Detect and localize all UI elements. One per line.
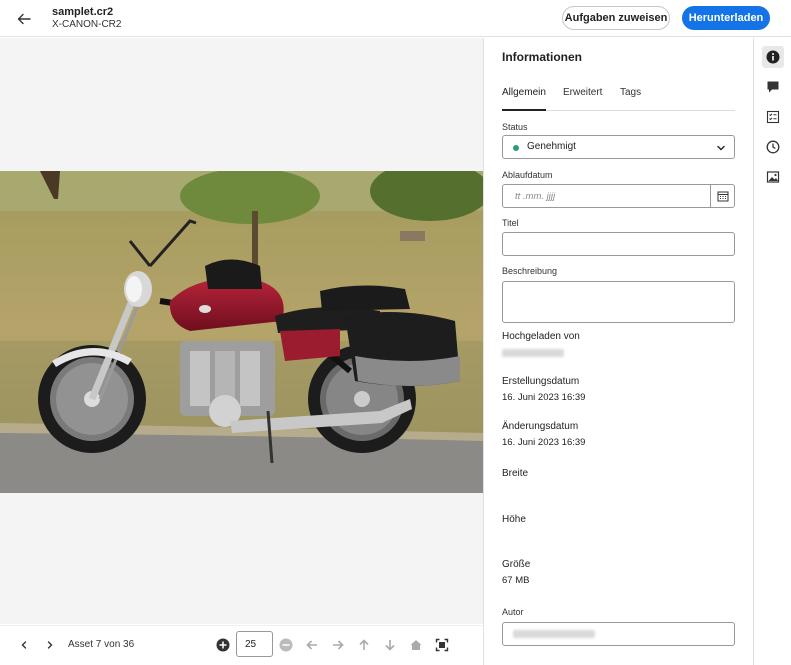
tab-advanced[interactable]: Erweitert (563, 87, 602, 98)
back-button[interactable] (14, 9, 34, 29)
calendar-button[interactable] (710, 185, 734, 207)
author-value-redacted (513, 630, 595, 638)
plus-circle-icon (216, 638, 230, 652)
info-icon (766, 50, 780, 64)
arrow-up-icon (359, 639, 369, 650)
download-button[interactable]: Herunterladen (682, 6, 770, 30)
home-icon (410, 640, 422, 650)
panel-title: Informationen (502, 50, 582, 64)
uploaded-by-label: Hochgeladen von (502, 331, 580, 342)
arrow-down-icon (385, 640, 395, 651)
tab-general[interactable]: Allgemein (502, 87, 546, 98)
height-label: Höhe (502, 514, 526, 525)
expiry-date-placeholder: tt .mm. jjjj (515, 191, 556, 202)
pan-up-button[interactable] (356, 637, 372, 653)
file-name: samplet.cr2 (52, 6, 114, 18)
title-input[interactable] (502, 232, 735, 256)
width-label: Breite (502, 468, 529, 479)
description-input[interactable] (502, 281, 735, 323)
author-label: Autor (502, 607, 524, 617)
previous-asset-button[interactable] (16, 637, 32, 653)
asset-counter: Asset 7 von 36 (68, 639, 135, 650)
uploaded-by-value-redacted (502, 349, 564, 357)
history-rail-button[interactable] (762, 136, 784, 158)
next-asset-button[interactable] (42, 637, 58, 653)
side-rail (754, 38, 791, 665)
pan-down-button[interactable] (382, 637, 398, 653)
asset-viewer (0, 38, 483, 624)
arrow-left-icon (306, 640, 317, 650)
chevron-down-icon (717, 145, 725, 151)
checklist-icon (766, 110, 780, 124)
description-label: Beschreibung (502, 266, 558, 276)
minus-circle-icon (279, 638, 293, 652)
renditions-rail-button[interactable] (762, 166, 784, 188)
status-value: Genehmigt (527, 141, 576, 152)
assign-tasks-button[interactable]: Aufgaben zuweisen (562, 6, 670, 30)
file-type: X-CANON-CR2 (52, 19, 122, 30)
expiry-date-input[interactable]: tt .mm. jjjj (502, 184, 735, 208)
top-bar: samplet.cr2 X-CANON-CR2 Aufgaben zuweise… (0, 0, 791, 37)
status-dot-icon (513, 145, 519, 151)
created-date-value: 16. Juni 2023 16:39 (502, 392, 586, 403)
modified-date-label: Änderungsdatum (502, 421, 579, 432)
history-icon (766, 140, 780, 154)
info-tabs: Allgemein Erweitert Tags (502, 80, 735, 111)
created-date-label: Erstellungsdatum (502, 376, 580, 387)
expiry-date-label: Ablaufdatum (502, 170, 553, 180)
viewer-toolbar: Asset 7 von 36 25 (0, 625, 483, 665)
information-panel: Informationen Allgemein Erweitert Tags S… (484, 38, 753, 665)
reset-view-button[interactable] (408, 637, 424, 653)
zoom-out-button[interactable] (278, 637, 294, 653)
author-input[interactable] (502, 622, 735, 646)
fit-screen-icon (435, 638, 449, 652)
zoom-in-button[interactable] (215, 637, 231, 653)
image-icon (766, 171, 780, 183)
tasks-rail-button[interactable] (762, 106, 784, 128)
calendar-icon (717, 191, 728, 202)
fit-screen-button[interactable] (434, 637, 450, 653)
size-label: Größe (502, 559, 531, 570)
info-rail-button[interactable] (762, 46, 784, 68)
status-label: Status (502, 122, 528, 132)
size-value: 67 MB (502, 575, 530, 586)
motorcycle-photo (0, 171, 483, 493)
comments-rail-button[interactable] (762, 76, 784, 98)
tab-tags[interactable]: Tags (620, 87, 641, 98)
modified-date-value: 16. Juni 2023 16:39 (502, 437, 586, 448)
pan-left-button[interactable] (304, 637, 320, 653)
zoom-level-input[interactable]: 25 (236, 631, 273, 657)
pan-right-button[interactable] (330, 637, 346, 653)
arrow-right-icon (333, 640, 344, 650)
chevron-right-icon (47, 641, 53, 649)
status-select[interactable]: Genehmigt (502, 135, 735, 159)
arrow-left-icon (17, 13, 31, 25)
comment-icon (767, 81, 779, 93)
title-label: Titel (502, 218, 519, 228)
asset-preview-image (0, 171, 483, 493)
active-tab-indicator (502, 109, 546, 111)
chevron-left-icon (21, 641, 27, 649)
